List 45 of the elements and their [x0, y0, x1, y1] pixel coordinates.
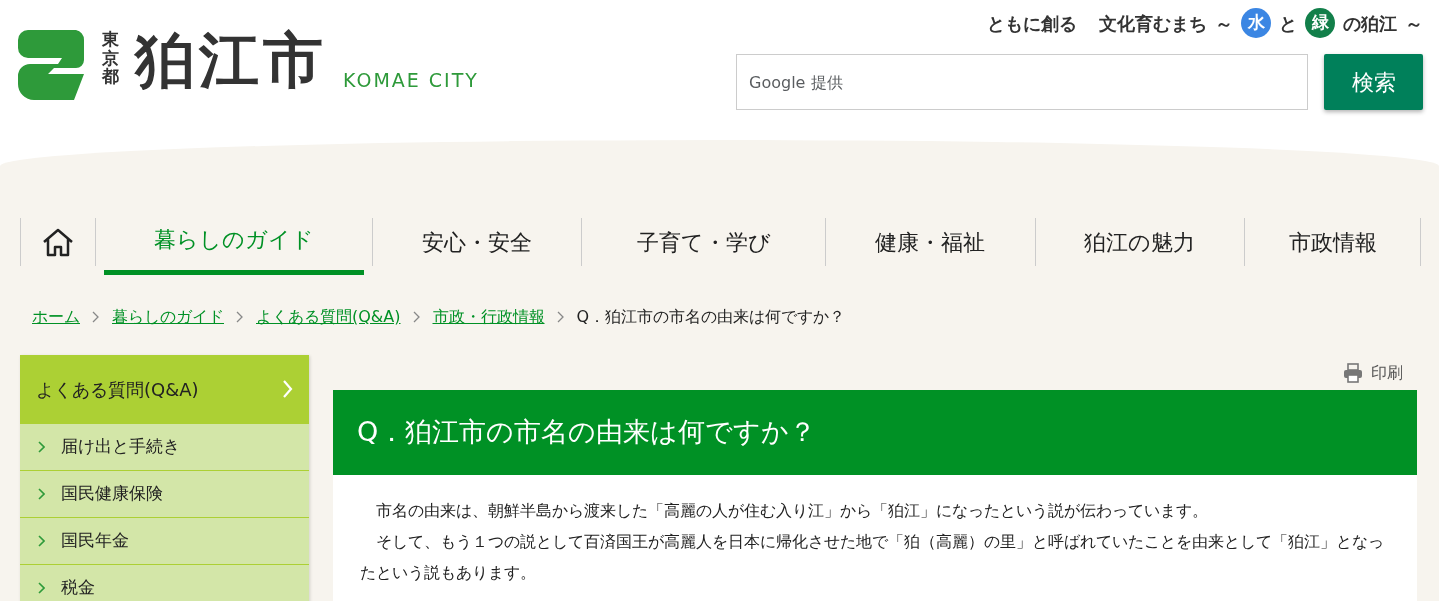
nav-tab[interactable]: 狛江の魅力	[1035, 218, 1245, 266]
paragraph: そして、もう１つの説として百済国王が高麗人を日本に帰化させた地で「狛（高麗）の里」と呼ばれていたことを由来として「狛江」となったという説もあります。	[360, 531, 1385, 584]
sidebar-item[interactable]: 税金	[20, 564, 309, 601]
nav-tab[interactable]: 暮らしのガイド	[103, 218, 364, 275]
prefecture-name: 東京都	[102, 30, 119, 87]
slogan-text: ともに創る	[987, 11, 1077, 36]
slogan-text: と	[1279, 11, 1297, 36]
printer-icon	[1343, 362, 1363, 383]
sidebar-item[interactable]: 国民年金	[20, 517, 309, 564]
page-title: Q．狛江市の市名の由来は何ですか？	[333, 390, 1417, 475]
nav-tab[interactable]: 健康・福祉	[825, 218, 1035, 266]
city-logo-icon	[18, 30, 86, 100]
chevron-icon	[412, 311, 421, 323]
breadcrumb-link[interactable]: よくある質問(Q&A)	[256, 305, 401, 329]
chevron-icon	[38, 535, 45, 547]
chevron-icon	[236, 311, 244, 323]
sidebar-header[interactable]: よくある質問(Q&A)	[20, 355, 309, 423]
slogan-circle: 水	[1241, 8, 1271, 38]
home-icon[interactable]	[41, 227, 74, 257]
slogan-text: ～	[1215, 11, 1233, 36]
nav-tab[interactable]: 市政情報	[1245, 218, 1421, 266]
breadcrumb-link[interactable]: 暮らしのガイド	[112, 305, 224, 329]
chevron-icon	[283, 380, 293, 398]
chevron-icon	[38, 582, 45, 594]
chevron-icon	[38, 488, 45, 500]
slogan-text: の狛江	[1343, 11, 1397, 36]
breadcrumb-link[interactable]: 市政・行政情報	[432, 305, 545, 329]
slogan-circle: 緑	[1305, 8, 1335, 38]
city-name: 狛江市	[135, 30, 327, 90]
paragraph: 市名の由来は、朝鮮半島から渡来した「高麗の人が住む入り江」から「狛江」になったという説が伝わっています。	[375, 500, 1209, 522]
slogan-text: 文化育むまち	[1099, 11, 1207, 36]
search-field[interactable]: Google 提供	[736, 54, 1308, 110]
chevron-icon	[556, 311, 565, 323]
sidebar-item[interactable]: 国民健康保険	[20, 470, 309, 517]
search-button[interactable]: 検索	[1324, 54, 1423, 110]
breadcrumb-current: Q．狛江市の市名の由来は何ですか？	[576, 306, 846, 328]
nav-tab[interactable]: 子育て・学び	[582, 218, 825, 266]
print-link[interactable]: 印刷	[1343, 355, 1417, 390]
chevron-icon	[38, 441, 45, 453]
chevron-icon	[92, 311, 100, 323]
sidebar-item[interactable]: 届け出と手続き	[20, 423, 309, 470]
breadcrumb-link[interactable]: ホーム	[32, 305, 80, 329]
slogan-text: ～	[1405, 11, 1423, 36]
nav-tab[interactable]: 安心・安全	[372, 218, 582, 266]
city-english-name: KOMAE CITY	[343, 67, 479, 93]
